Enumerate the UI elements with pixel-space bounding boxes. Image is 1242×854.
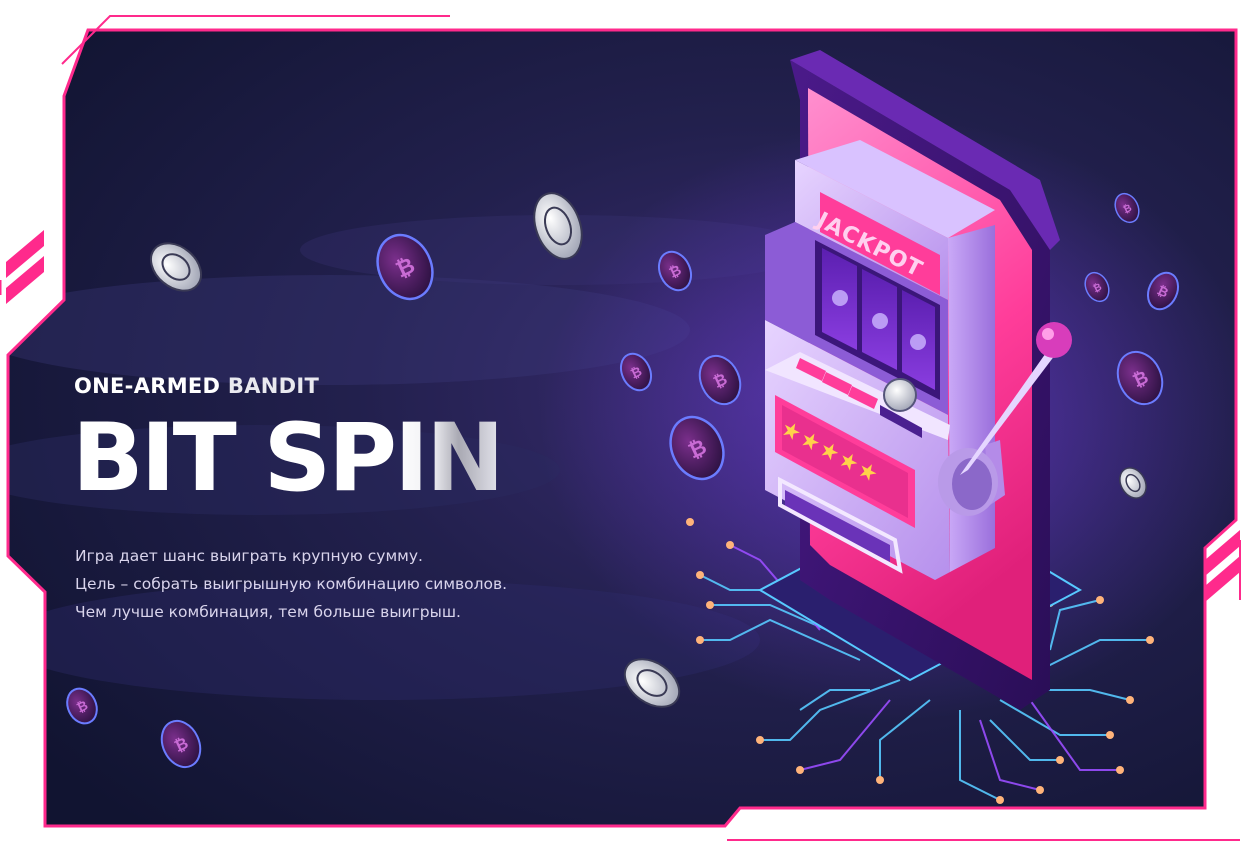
description-line: Чем лучше комбинация, тем больше выигрыш…	[75, 603, 461, 621]
eyebrow-part2: BANDIT	[227, 374, 320, 398]
description: Игра дает шанс выиграть крупную сумму. Ц…	[75, 542, 507, 626]
eyebrow-part1: ONE-ARMED	[74, 374, 221, 398]
description-line: Игра дает шанс выиграть крупную сумму.	[75, 547, 423, 565]
description-line: Цель – собрать выигрышную комбинацию сим…	[75, 575, 508, 593]
title-part2: IN	[394, 404, 505, 513]
eyebrow-label: ONE-ARMED BANDIT	[74, 374, 319, 398]
banner: ₿ ₿ ₿ ₿ ₿ ₿ ₿ ₿ ₿ ₿ ₿ JACKPOT ★★★★★ ONE-…	[0, 0, 1242, 854]
page-title: BIT SPIN	[72, 404, 505, 514]
spin-coin-icon	[883, 378, 917, 412]
title-part1: BIT SP	[72, 404, 397, 513]
